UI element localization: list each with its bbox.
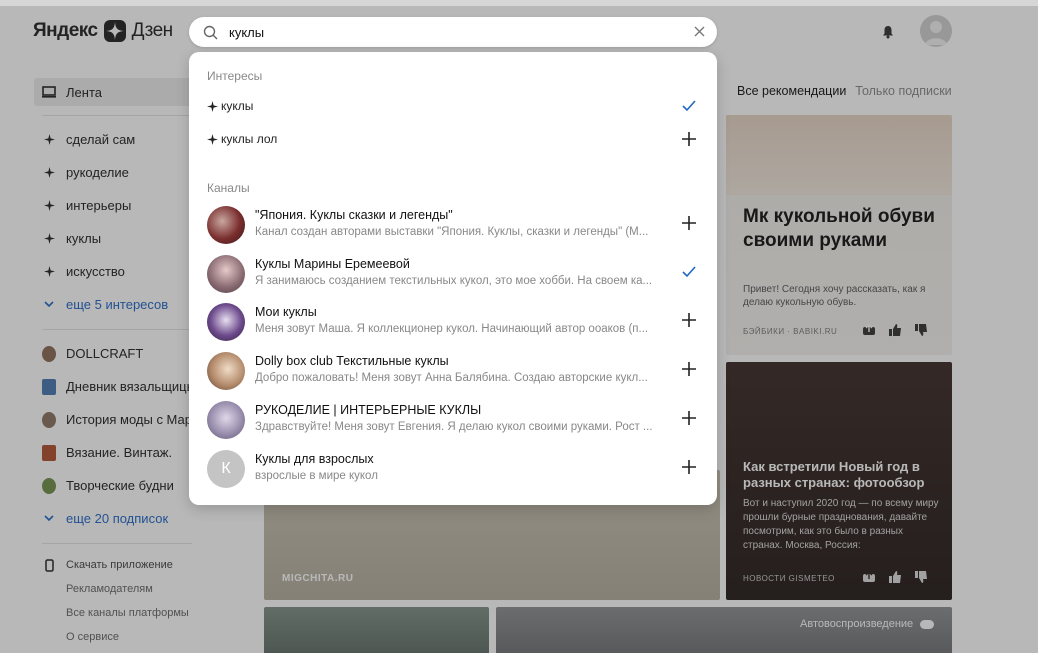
channel-suggestion[interactable]: РУКОДЕЛИЕ | ИНТЕРЬЕРНЫЕ КУКЛЫ Здравствуй… bbox=[207, 398, 697, 442]
check-icon[interactable] bbox=[681, 264, 697, 280]
channel-suggestion[interactable]: Куклы Марины Еремеевой Я занимаюсь созда… bbox=[207, 252, 697, 296]
channel-description: Здравствуйте! Меня зовут Евгения. Я дела… bbox=[255, 421, 653, 433]
channel-name: Dolly box club Текстильные куклы bbox=[255, 354, 449, 368]
channel-name: Куклы Марины Еремеевой bbox=[255, 257, 410, 271]
channel-suggestion[interactable]: К Куклы для взрослых взрослые в мире кук… bbox=[207, 447, 697, 491]
plus-icon[interactable] bbox=[681, 361, 697, 377]
section-title-interests: Интересы bbox=[207, 69, 263, 83]
check-icon[interactable] bbox=[681, 98, 697, 114]
plus-icon[interactable] bbox=[681, 410, 697, 426]
interest-suggestion[interactable]: куклы лол bbox=[207, 124, 697, 154]
search-suggestions: Интересы куклы куклы лол Каналы "Япония.… bbox=[189, 52, 717, 505]
channel-name: РУКОДЕЛИЕ | ИНТЕРЬЕРНЫЕ КУКЛЫ bbox=[255, 403, 482, 417]
channel-suggestion[interactable]: Мои куклы Меня зовут Маша. Я коллекционе… bbox=[207, 300, 697, 344]
plus-icon[interactable] bbox=[681, 131, 697, 147]
clear-icon[interactable] bbox=[693, 25, 706, 38]
channel-name: "Япония. Куклы сказки и легенды" bbox=[255, 208, 453, 222]
section-title-channels: Каналы bbox=[207, 181, 250, 195]
sparkle-icon bbox=[207, 100, 218, 112]
channel-description: взрослые в мире кукол bbox=[255, 470, 378, 482]
channel-avatar bbox=[207, 206, 245, 244]
interest-suggestion[interactable]: куклы bbox=[207, 91, 697, 121]
search-box[interactable] bbox=[189, 17, 717, 47]
channel-avatar: К bbox=[207, 450, 245, 488]
channel-suggestion[interactable]: "Япония. Куклы сказки и легенды" Канал с… bbox=[207, 203, 697, 247]
interest-label: куклы bbox=[221, 99, 254, 113]
channel-avatar bbox=[207, 303, 245, 341]
channel-description: Канал создан авторами выставки "Япония. … bbox=[255, 226, 649, 238]
plus-icon[interactable] bbox=[681, 459, 697, 475]
search-icon bbox=[203, 25, 218, 39]
channel-name: Куклы для взрослых bbox=[255, 452, 374, 466]
channel-avatar bbox=[207, 352, 245, 390]
search-input[interactable] bbox=[229, 24, 669, 40]
channel-avatar bbox=[207, 255, 245, 293]
channel-description: Добро пожаловать! Меня зовут Анна Баляби… bbox=[255, 372, 648, 384]
channel-suggestion[interactable]: Dolly box club Текстильные куклы Добро п… bbox=[207, 349, 697, 393]
channel-avatar-letter: К bbox=[221, 460, 231, 477]
plus-icon[interactable] bbox=[681, 215, 697, 231]
sparkle-icon bbox=[207, 133, 218, 145]
channel-description: Я занимаюсь созданием текстильных кукол,… bbox=[255, 275, 653, 287]
channel-name: Мои куклы bbox=[255, 305, 317, 319]
interest-label: куклы лол bbox=[221, 132, 278, 146]
plus-icon[interactable] bbox=[681, 312, 697, 328]
channel-avatar bbox=[207, 401, 245, 439]
channel-description: Меня зовут Маша. Я коллекционер кукол. Н… bbox=[255, 323, 649, 335]
